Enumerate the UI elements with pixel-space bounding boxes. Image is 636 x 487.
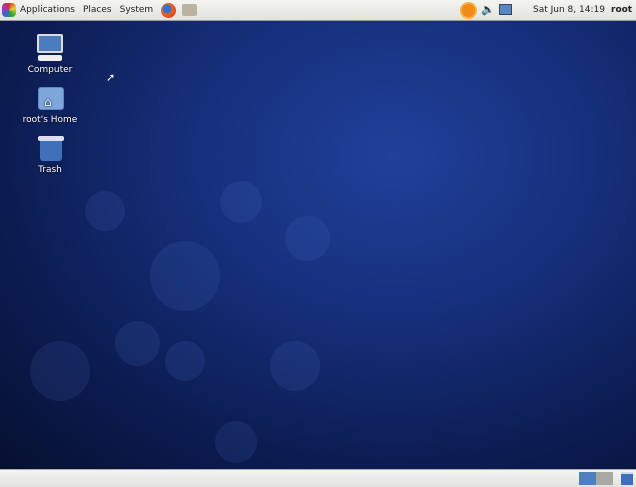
workspace-1[interactable] [579,472,596,485]
update-notifier-icon[interactable] [462,4,475,17]
user-menu[interactable]: root [611,0,632,21]
bottom-panel [0,469,636,487]
icon-label: Computer [27,65,73,75]
menu-applications[interactable]: Applications [16,0,79,21]
menu-system[interactable]: System [116,0,158,21]
desktop[interactable]: Computer ⌂ root's Home Trash ➚ [0,21,636,469]
volume-icon[interactable]: 🔈 [481,3,495,16]
mail-edit-icon[interactable] [182,4,198,16]
home-folder-icon: ⌂ [35,83,65,113]
trash-icon [35,133,65,163]
trash-applet-icon[interactable] [621,472,633,485]
menu-places[interactable]: Places [79,0,116,21]
top-panel: Applications Places System 🔈 Sat Jun 8, … [0,0,636,21]
gnome-foot-icon [2,3,16,17]
network-icon[interactable] [499,4,512,15]
workspace-2[interactable] [596,472,613,485]
firefox-icon[interactable] [161,2,177,18]
desktop-icon-computer[interactable]: Computer [20,33,80,75]
icon-label: Trash [38,165,62,175]
icon-label: root's Home [22,115,78,125]
computer-icon [35,33,65,63]
clock[interactable]: Sat Jun 8, 14:19 [533,0,605,21]
desktop-icon-home[interactable]: ⌂ root's Home [20,83,80,125]
desktop-icon-trash[interactable]: Trash [20,133,80,175]
mouse-cursor-icon: ➚ [106,71,116,84]
